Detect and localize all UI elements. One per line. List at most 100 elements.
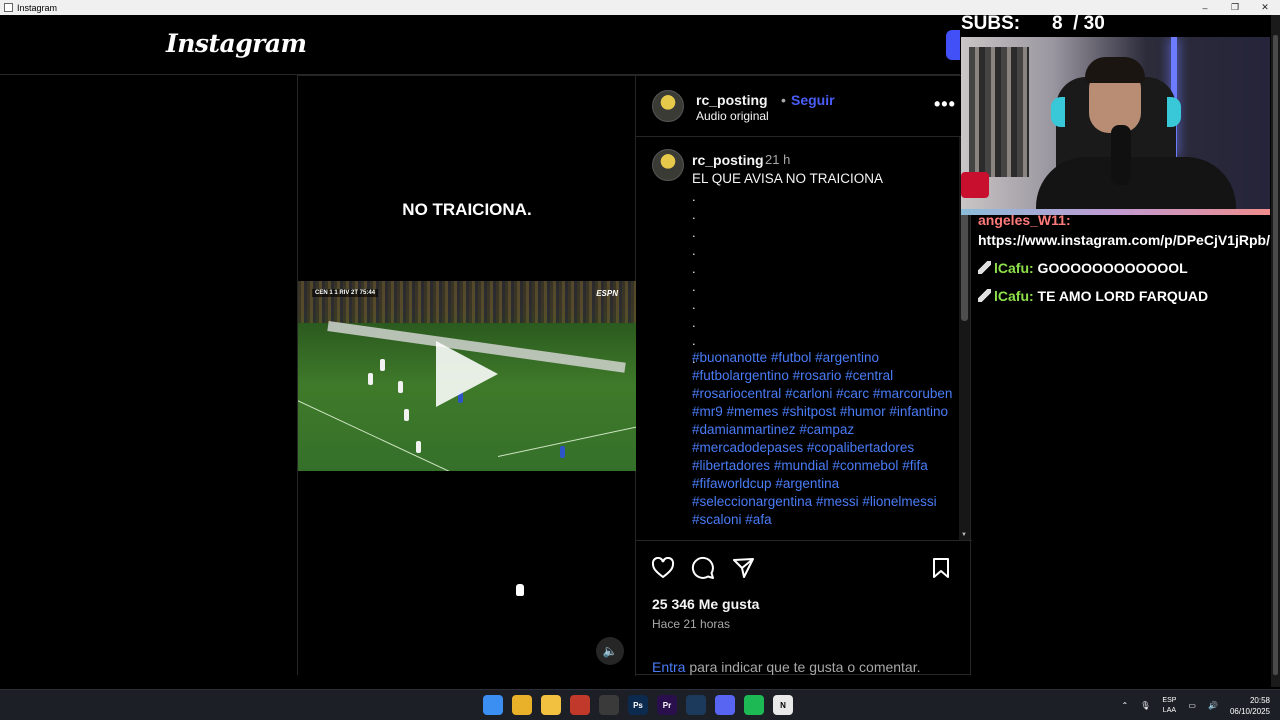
post-username[interactable]: rc_posting bbox=[696, 92, 768, 108]
chat-username[interactable]: lCafu: bbox=[994, 288, 1034, 304]
network-icon[interactable]: ▭ bbox=[1188, 701, 1196, 710]
video-frame[interactable]: CEN 1 1 RIV 2T 75:44 ESPN bbox=[298, 281, 636, 471]
scoreboard: CEN 1 1 RIV 2T 75:44 bbox=[312, 289, 379, 297]
system-tray: ⌃ 🎙 ESP LAA ▭ 🔊 20:58 06/10/2025 bbox=[1122, 690, 1270, 720]
play-icon[interactable] bbox=[436, 341, 498, 407]
streamer-shirt bbox=[1036, 157, 1236, 209]
chat-text: https://www.instagram.com/p/DPeCjV1jRpb/ bbox=[978, 232, 1270, 248]
hashtag-link[interactable]: #humor bbox=[840, 404, 886, 419]
hashtag-link[interactable]: #lionelmessi bbox=[862, 494, 936, 509]
window-title: Instagram bbox=[17, 2, 58, 13]
chrome-icon[interactable] bbox=[512, 695, 532, 715]
hashtag-link[interactable]: #shitpost bbox=[782, 404, 836, 419]
hashtag-list: #buonanotte #futbol #argentino #futbolar… bbox=[692, 349, 954, 529]
discord-icon[interactable] bbox=[715, 695, 735, 715]
post-media[interactable]: NO TRAICIONA. CEN 1 1 RIV 2T 75:44 ESPN … bbox=[298, 76, 636, 676]
hashtag-link[interactable]: #futbol bbox=[771, 350, 812, 365]
caption-dot-line: . bbox=[692, 261, 696, 276]
scrollbar-thumb[interactable] bbox=[1273, 35, 1278, 675]
chat-text: GOOOOOOOOOOOOL bbox=[1033, 260, 1188, 276]
player bbox=[368, 373, 373, 385]
clock[interactable]: 20:58 06/10/2025 bbox=[1230, 695, 1270, 717]
hashtag-link[interactable]: #marcoruben bbox=[873, 386, 953, 401]
hashtag-link[interactable]: #seleccionargentina bbox=[692, 494, 812, 509]
player bbox=[398, 381, 403, 393]
file-explorer-icon[interactable] bbox=[541, 695, 561, 715]
chat-message: lCafu: GOOOOOOOOOOOOL bbox=[978, 258, 1270, 278]
hashtag-link[interactable]: #futbolargentino bbox=[692, 368, 789, 383]
steam-icon[interactable] bbox=[686, 695, 706, 715]
chevron-up-icon[interactable]: ⌃ bbox=[1122, 701, 1129, 710]
microphone-icon[interactable]: 🎙 bbox=[1140, 701, 1150, 710]
avatar[interactable] bbox=[652, 149, 684, 181]
player bbox=[404, 409, 409, 421]
avatar[interactable] bbox=[652, 90, 684, 122]
hashtag-link[interactable]: #carc bbox=[836, 386, 869, 401]
login-prompt-text: para indicar que te gusta o comentar. bbox=[685, 659, 921, 675]
login-prompt: Entra para indicar que te gusta o coment… bbox=[652, 659, 921, 675]
pencil-badge-icon bbox=[978, 289, 991, 302]
caption-dot-line: . bbox=[692, 297, 696, 312]
spotify-icon[interactable] bbox=[744, 695, 764, 715]
share-icon[interactable] bbox=[730, 555, 756, 581]
scroll-down-icon[interactable]: ▼ bbox=[961, 532, 967, 538]
hashtag-link[interactable]: #copalibertadores bbox=[807, 440, 914, 455]
windows-start-icon[interactable] bbox=[483, 695, 503, 715]
hashtag-link[interactable]: #afa bbox=[745, 512, 771, 527]
chat-username[interactable]: lCafu: bbox=[994, 260, 1034, 276]
caption-username[interactable]: rc_posting bbox=[692, 152, 764, 168]
hashtag-link[interactable]: #rosariocentral bbox=[692, 386, 781, 401]
hashtag-link[interactable]: #conmebol bbox=[832, 458, 898, 473]
player bbox=[560, 446, 565, 458]
window-scrollbar[interactable] bbox=[1271, 15, 1280, 687]
like-count[interactable]: 25 346 Me gusta bbox=[652, 596, 759, 612]
notion-icon[interactable]: N bbox=[773, 695, 793, 715]
hashtag-link[interactable]: #argentino bbox=[815, 350, 879, 365]
follow-button[interactable]: Seguir bbox=[791, 92, 835, 108]
hashtag-link[interactable]: #damianmartinez bbox=[692, 422, 796, 437]
hashtag-link[interactable]: #argentina bbox=[775, 476, 839, 491]
comment-icon[interactable] bbox=[690, 555, 716, 581]
stream-chat: angeles_W11: https://www.instagram.com/p… bbox=[978, 210, 1270, 314]
obs-icon[interactable] bbox=[599, 695, 619, 715]
signup-button-edge[interactable] bbox=[946, 30, 960, 60]
chat-message: lCafu: TE AMO LORD FARQUAD bbox=[978, 286, 1270, 306]
taskbar: Ps Pr N ⌃ 🎙 ESP LAA ▭ 🔊 20:58 06/10/2025 bbox=[0, 689, 1280, 720]
app-icon[interactable] bbox=[570, 695, 590, 715]
language-indicator[interactable]: ESP LAA bbox=[1162, 696, 1176, 716]
stadium-stands bbox=[298, 281, 636, 323]
more-options-icon[interactable]: ••• bbox=[934, 94, 956, 115]
chat-username[interactable]: angeles_W11: bbox=[978, 212, 1071, 228]
caption-dot-line: . bbox=[692, 207, 696, 222]
hashtag-link[interactable]: #fifa bbox=[902, 458, 928, 473]
hashtag-link[interactable]: #messi bbox=[816, 494, 859, 509]
subs-value: 8 / 30 bbox=[1052, 13, 1105, 34]
caption-dots: .......... bbox=[692, 188, 952, 368]
caption-dot-line: . bbox=[692, 315, 696, 330]
hashtag-link[interactable]: #carloni bbox=[785, 386, 832, 401]
hashtag-link[interactable]: #rosario bbox=[793, 368, 842, 383]
volume-icon[interactable]: 🔈 bbox=[596, 637, 624, 665]
caption-dot-line: . bbox=[692, 243, 696, 258]
hashtag-link[interactable]: #infantino bbox=[889, 404, 948, 419]
login-link[interactable]: Entra bbox=[652, 659, 685, 675]
caption-time: 21 h bbox=[765, 152, 791, 167]
hashtag-link[interactable]: #fifaworldcup bbox=[692, 476, 772, 491]
speaker-icon[interactable]: 🔊 bbox=[1208, 701, 1218, 710]
hashtag-link[interactable]: #central bbox=[845, 368, 893, 383]
like-icon[interactable] bbox=[650, 555, 676, 581]
hashtag-link[interactable]: #memes bbox=[727, 404, 779, 419]
instagram-logo[interactable]: Instagram bbox=[166, 29, 307, 58]
hashtag-link[interactable]: #mercadodepases bbox=[692, 440, 803, 455]
photoshop-icon[interactable]: Ps bbox=[628, 695, 648, 715]
audio-label[interactable]: Audio original bbox=[696, 109, 769, 123]
premiere-icon[interactable]: Pr bbox=[657, 695, 677, 715]
hashtag-link[interactable]: #mr9 bbox=[692, 404, 723, 419]
hashtag-link[interactable]: #mundial bbox=[774, 458, 829, 473]
hashtag-link[interactable]: #campaz bbox=[799, 422, 854, 437]
save-icon[interactable] bbox=[928, 555, 954, 581]
hashtag-link[interactable]: #libertadores bbox=[692, 458, 770, 473]
hashtag-link[interactable]: #buonanotte bbox=[692, 350, 767, 365]
hashtag-link[interactable]: #scaloni bbox=[692, 512, 742, 527]
post-actions: 25 346 Me gusta Hace 21 horas Entra para… bbox=[636, 540, 972, 676]
